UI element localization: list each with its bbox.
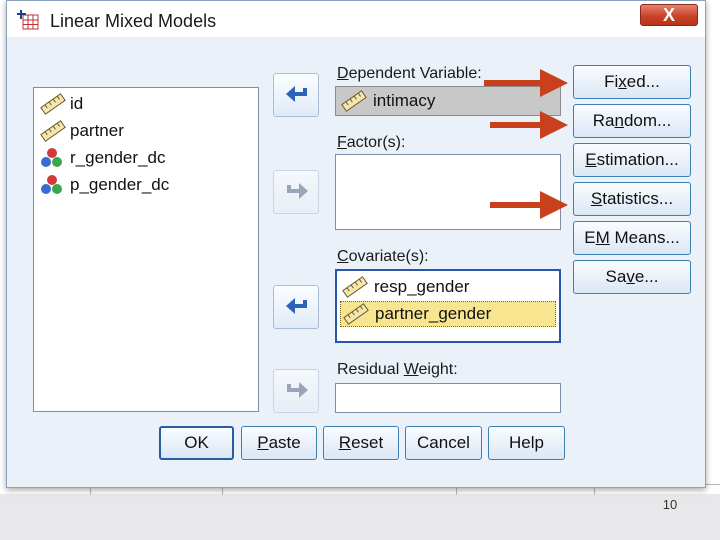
variable-item-r-gender-dc[interactable]: r_gender_dc [40, 146, 165, 170]
variable-item-id[interactable]: id [40, 92, 83, 116]
reset-button[interactable]: Reset [323, 426, 399, 460]
scale-ruler-icon [341, 90, 367, 112]
scale-ruler-icon [342, 276, 368, 298]
help-button[interactable]: Help [488, 426, 565, 460]
cancel-button[interactable]: Cancel [405, 426, 482, 460]
arrow-right-icon [287, 183, 308, 199]
arrow-left-icon [286, 86, 307, 102]
window-title: Linear Mixed Models [50, 11, 217, 31]
scale-ruler-icon [40, 93, 66, 115]
covariate-item-partner-gender[interactable]: partner_gender [340, 301, 556, 327]
random-button[interactable]: Random... [573, 104, 691, 138]
variable-label: p_gender_dc [70, 175, 170, 194]
annotation-arrow-fixed [484, 69, 568, 97]
covariate-label: partner_gender [375, 304, 492, 323]
dependent-variable-item[interactable]: intimacy [339, 88, 435, 114]
variable-item-partner[interactable]: partner [40, 119, 124, 143]
save-button[interactable]: Save... [573, 260, 691, 294]
linear-mixed-models-dialog: Linear Mixed Models X id partner r_gende… [6, 0, 706, 488]
variable-label: id [70, 94, 84, 113]
covariates-list[interactable]: resp_gender partner_gender [335, 269, 561, 343]
slide-footer-band [0, 494, 720, 540]
paste-button[interactable]: Paste [241, 426, 317, 460]
nominal-balls-icon [41, 148, 62, 167]
statistics-button[interactable]: Statistics... [573, 182, 691, 216]
source-variable-list[interactable]: id partner r_gender_dc p_gender_dc [33, 87, 259, 412]
nominal-balls-icon [41, 175, 62, 194]
variable-label: partner [70, 121, 124, 140]
move-to-covariates-button[interactable] [273, 285, 319, 329]
scale-ruler-icon [343, 303, 369, 325]
title-bar: Linear Mixed Models X [7, 1, 705, 37]
dependent-variable-value: intimacy [373, 91, 436, 110]
variable-item-p-gender-dc[interactable]: p_gender_dc [40, 173, 169, 197]
dependent-variable-label: Dependent Variable: [337, 65, 482, 82]
annotation-arrow-statistics [490, 191, 568, 219]
residual-weight-label: Residual Weight: [337, 361, 458, 378]
move-to-residual-weight-button[interactable] [273, 369, 319, 413]
fixed-button[interactable]: Fixed... [573, 65, 691, 99]
move-to-dependent-button[interactable] [273, 73, 319, 117]
close-button[interactable]: X [640, 4, 698, 26]
em-means-button[interactable]: EM Means... [573, 221, 691, 255]
scale-ruler-icon [40, 120, 66, 142]
covariate-item-resp-gender[interactable]: resp_gender [340, 274, 469, 300]
arrow-right-icon [287, 382, 308, 398]
estimation-button[interactable]: Estimation... [573, 143, 691, 177]
covariates-label: Covariate(s): [337, 248, 429, 265]
ok-button[interactable]: OK [159, 426, 234, 460]
annotation-arrow-random [490, 111, 568, 139]
covariate-label: resp_gender [374, 277, 470, 296]
mixed-models-app-icon [17, 10, 39, 30]
slide-page-number: 10 [662, 497, 678, 512]
factors-label: Factor(s): [337, 134, 406, 151]
move-to-factors-button[interactable] [273, 170, 319, 214]
variable-label: r_gender_dc [70, 148, 166, 167]
residual-weight-field[interactable] [335, 383, 561, 413]
arrow-left-icon [286, 298, 307, 314]
